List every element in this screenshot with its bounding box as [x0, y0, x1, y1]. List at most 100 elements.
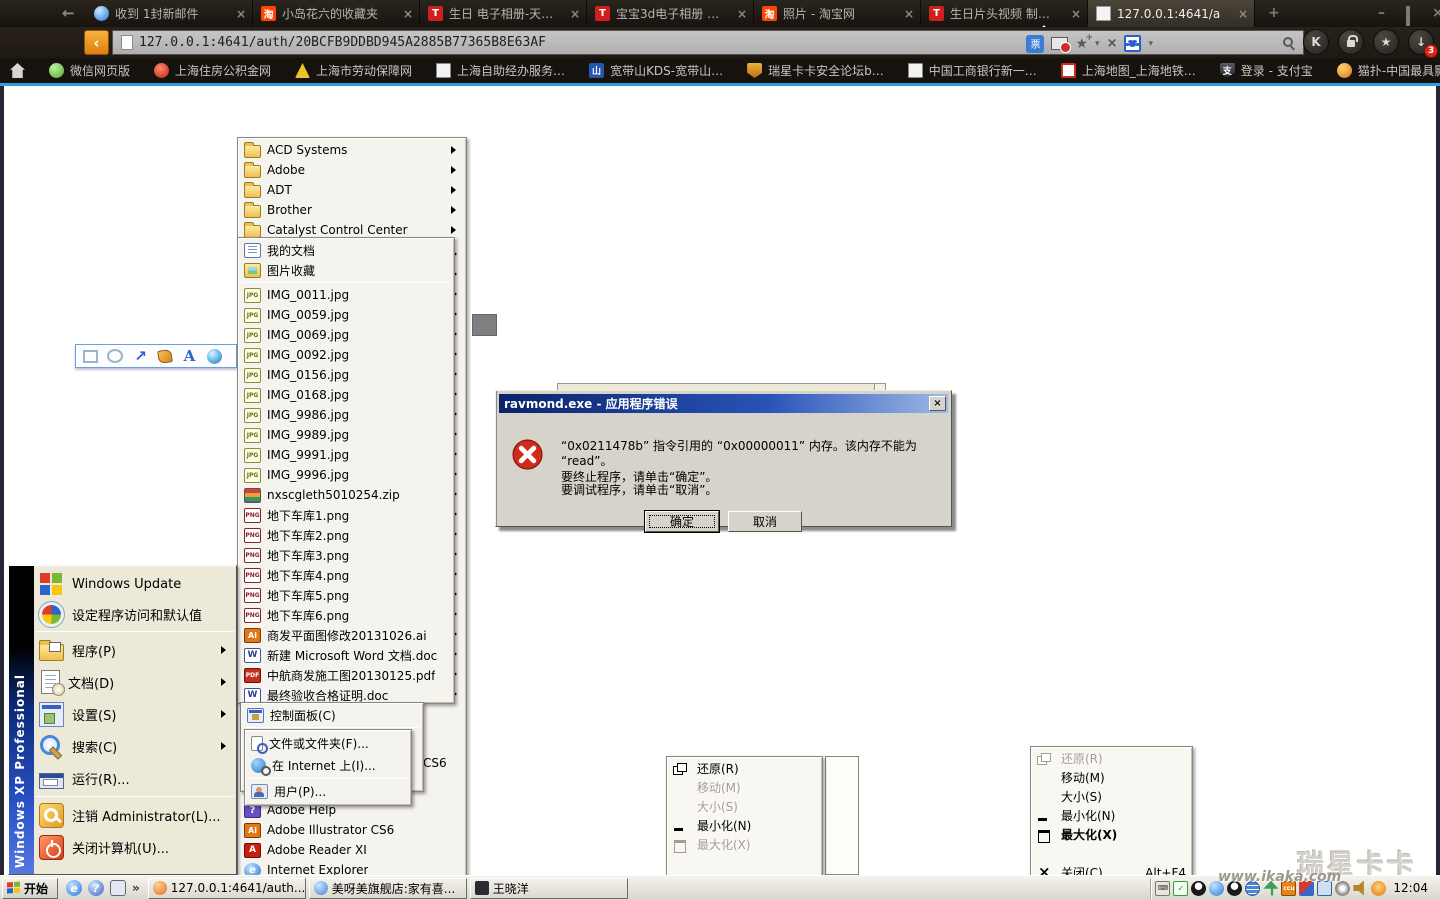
bookmark-item[interactable]: 猫扑-中国最具影响… [1336, 62, 1440, 79]
bookmark-item[interactable]: 中国工商银行新一… [907, 62, 1037, 79]
chevron-down-icon[interactable]: ▾ [1095, 39, 1100, 49]
start-menu-item[interactable]: 设定程序访问和默认值 [34, 599, 236, 629]
programs-menu-item[interactable]: Adobe [240, 160, 464, 180]
bookmark-item[interactable]: 上海自助经办服务… [436, 62, 565, 79]
recent-file-item[interactable]: IMG_9991.jpg [240, 445, 452, 465]
adblock-icon[interactable] [1051, 37, 1072, 53]
tray-icon[interactable]: ✓ [1173, 880, 1189, 896]
home-icon[interactable] [10, 63, 25, 78]
system-menu-item[interactable]: 移动(M) [1033, 768, 1190, 787]
start-menu-item[interactable]: Windows Update [34, 569, 236, 599]
task-button[interactable]: 王晓洋 [469, 877, 628, 899]
recent-file-item[interactable]: 地下车库4.png [240, 565, 452, 585]
close-window-button[interactable]: × [1432, 5, 1440, 21]
translate-icon[interactable]: 票 [1026, 34, 1045, 53]
search-menu-item[interactable]: 在 Internet 上(I)... [247, 754, 409, 776]
minimize-window-button[interactable]: – [1378, 5, 1385, 21]
tab-close-icon[interactable]: × [236, 7, 246, 21]
bookmark-star-icon[interactable]: ★ [1075, 33, 1092, 52]
start-menu-item[interactable]: 搜索(C) [34, 730, 236, 762]
recent-file-item[interactable]: IMG_9986.jpg [240, 405, 452, 425]
programs-menu-item[interactable]: Adobe Illustrator CS6 [240, 820, 464, 840]
browser-tab[interactable]: T 生日 电子相册-天… × [420, 0, 587, 27]
recent-file-item[interactable]: IMG_9996.jpg [240, 465, 452, 485]
quick-launch-icon[interactable]: ? [88, 880, 104, 896]
restore-window-button[interactable] [1406, 6, 1410, 26]
quick-launch-icon[interactable] [110, 880, 126, 896]
programs-menu-item[interactable]: Brother [240, 200, 464, 220]
close-icon[interactable]: × [929, 396, 946, 411]
tab-close-icon[interactable]: × [570, 7, 580, 21]
task-button[interactable]: 127.0.0.1:4641/auth... [147, 877, 306, 899]
programs-menu-item[interactable]: Adobe Reader XI [240, 840, 464, 860]
system-menu-item[interactable]: 大小(S) [1033, 787, 1190, 806]
recent-file-item[interactable]: 商发平面图修改20131026.ai [240, 625, 452, 645]
programs-menu-item[interactable]: ADT [240, 180, 464, 200]
annotation-tool-icon[interactable] [207, 348, 222, 364]
start-menu-item[interactable]: 文档(D) [34, 666, 236, 698]
tab-close-icon[interactable]: × [904, 7, 914, 21]
error-dialog-titlebar[interactable]: ravmond.exe - 应用程序错误 × [499, 394, 948, 413]
recent-file-item[interactable]: IMG_0092.jpg [240, 345, 452, 365]
system-menu-item[interactable]: 最小化(N) [1033, 806, 1190, 825]
annotation-tool-icon[interactable] [107, 349, 123, 363]
system-menu-item[interactable]: 最大化(X) [669, 835, 820, 854]
annotation-tool-icon[interactable] [83, 349, 98, 363]
search-menu-item[interactable]: 文件或文件夹(F)... [247, 732, 409, 754]
recent-file-item[interactable]: 地下车库6.png [240, 605, 452, 625]
bookmark-item[interactable]: 上海住房公积金网 [154, 62, 271, 79]
tab-close-icon[interactable]: × [1071, 7, 1081, 21]
recent-file-item[interactable]: IMG_0069.jpg [240, 325, 452, 345]
tab-close-icon[interactable]: × [403, 7, 413, 21]
start-menu-item[interactable]: 设置(S) [34, 698, 236, 730]
system-menu-item[interactable]: 还原(R) [669, 759, 820, 778]
tray-icon[interactable] [1371, 880, 1387, 896]
start-menu-item[interactable]: 运行(R)... [34, 762, 236, 794]
search-icon[interactable] [1283, 37, 1293, 47]
system-menu-item[interactable]: 移动(M) [669, 778, 820, 797]
documents-menu-item[interactable]: 图片收藏 [240, 260, 452, 280]
recent-file-item[interactable]: 地下车库1.png [240, 505, 452, 525]
tab-close-icon[interactable]: × [1238, 7, 1248, 21]
cancel-button[interactable]: 取消 [728, 511, 802, 532]
quick-launch-overflow-icon[interactable]: » [132, 881, 140, 895]
browser-tab[interactable]: T 生日片头视频 制… × [921, 0, 1088, 27]
kaka-k-button[interactable]: K [1303, 29, 1329, 55]
download-button[interactable]: ↓ 3 [1408, 29, 1438, 58]
browser-tab[interactable]: 127.0.0.1:4641/a × [1088, 0, 1255, 27]
recent-file-item[interactable]: 地下车库5.png [240, 585, 452, 605]
system-menu-item[interactable] [1033, 844, 1190, 863]
browser-tab[interactable]: 淘 小岛花六的收藏夹 × [253, 0, 420, 27]
recent-file-item[interactable]: IMG_0168.jpg [240, 385, 452, 405]
recent-file-item[interactable]: 地下车库2.png [240, 525, 452, 545]
recent-file-item[interactable]: 新建 Microsoft Word 文档.doc [240, 645, 452, 665]
browser-tab[interactable]: T 宝宝3d电子相册 … × [587, 0, 754, 27]
bookmark-item[interactable]: 上海地图_上海地铁… [1060, 62, 1196, 79]
history-back-icon[interactable]: ← [62, 4, 75, 22]
annotation-tool-icon[interactable]: A [181, 347, 198, 365]
bookmark-item[interactable]: 微信网页版 [49, 62, 130, 79]
quick-launch-icon[interactable]: e [66, 880, 82, 896]
documents-menu-item[interactable]: 我的文档 [240, 240, 452, 260]
lock-button[interactable] [1338, 29, 1364, 55]
bookmark-item[interactable]: 山 宽带山KDS-宽带山… [589, 62, 723, 79]
new-tab-button[interactable]: + [1268, 5, 1280, 21]
tray-icon[interactable] [1353, 880, 1364, 896]
url-text[interactable]: 127.0.0.1:4641/auth/20BCFB9DDBD945A2885B… [139, 35, 546, 50]
start-button[interactable]: 开始 [2, 877, 58, 899]
system-menu-item[interactable]: 还原(R) [1033, 749, 1190, 768]
recent-file-item[interactable]: IMG_0059.jpg [240, 305, 452, 325]
annotation-tool-icon[interactable]: ↗ [132, 347, 149, 365]
recent-file-item[interactable]: IMG_0156.jpg [240, 365, 452, 385]
recent-file-item[interactable]: IMG_0011.jpg [240, 285, 452, 305]
system-menu-item[interactable]: 大小(S) [669, 797, 820, 816]
start-menu-item[interactable]: 注销 Administrator(L)... [34, 799, 236, 831]
programs-menu-item[interactable]: ACD Systems [240, 140, 464, 160]
system-menu-item[interactable]: 最小化(N) [669, 816, 820, 835]
url-field[interactable]: 127.0.0.1:4641/auth/20BCFB9DDBD945A2885B… [112, 30, 1304, 55]
drag-handle[interactable] [472, 314, 497, 336]
baidu-paw-icon[interactable] [1124, 35, 1142, 52]
tab-close-icon[interactable]: × [737, 7, 747, 21]
browser-tab[interactable]: 收到 1封新邮件 × [86, 0, 253, 27]
favorites-star-button[interactable]: ★ [1373, 29, 1399, 55]
